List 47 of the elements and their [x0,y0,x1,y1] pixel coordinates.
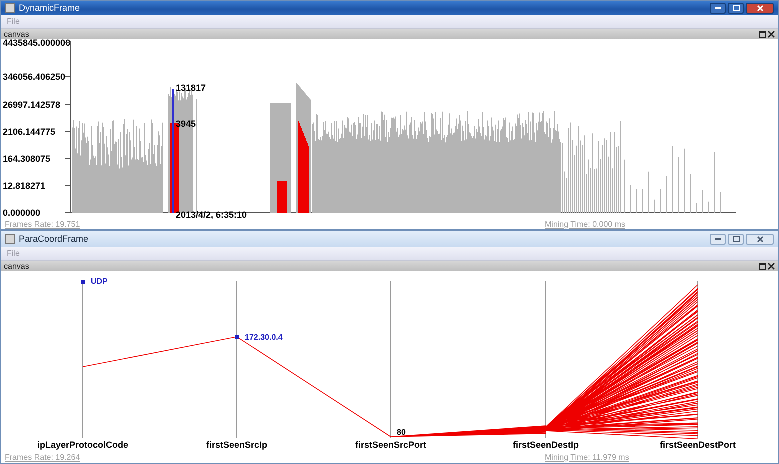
minimize-icon [715,7,721,9]
axis-label: firstSeenDestIp [512,440,580,450]
axis-label: firstSeenDestPort [660,440,736,450]
maximize-icon [732,5,740,11]
point-marker [81,280,85,284]
close-icon [756,4,764,12]
minimize-button[interactable] [710,234,726,244]
annotation-label: 3945 [176,119,196,129]
close-button[interactable] [746,2,774,14]
frame-rate-text: Frames Rate: 19.751 [5,220,82,228]
window-title: DynamicFrame [19,3,82,13]
value-label: 172.30.0.4 [245,333,283,342]
close-icon [756,236,764,242]
maximize-button[interactable] [728,2,744,14]
maximize-icon [732,236,740,242]
value-label: UDP [91,277,108,286]
mining-time-text: Mining Time: 0.000 ms [545,220,626,228]
axis-tick-label: 346056.406250 [3,72,66,82]
restore-icon[interactable] [759,262,766,270]
mining-time-text: Mining Time: 11.979 ms [545,452,630,462]
maximize-button[interactable] [728,234,744,244]
close-icon[interactable] [768,262,775,270]
restore-icon[interactable] [759,30,766,38]
axis-label: ipLayerProtocolCode [38,440,128,450]
axis-tick-label: 164.308075 [3,154,51,164]
menu-item[interactable]: File [7,249,20,258]
close-button[interactable] [746,234,774,244]
axis-tick-label: 12.818271 [3,181,46,191]
minimize-button[interactable] [710,2,726,14]
axis-label: firstSeenSrcPort [355,440,427,450]
panel-title: canvas [4,30,30,38]
app-icon [5,234,15,244]
minimize-icon [715,238,721,240]
axis-tick-label: 26997.142578 [3,100,61,110]
window-title: ParaCoordFrame [19,234,90,244]
axis-tick-label: 0.000000 [3,208,41,218]
point-marker [235,335,239,339]
value-label: 80 [397,428,406,437]
panel-title: canvas [4,262,30,270]
frame-rate-text: Frames Rate: 19.264 [5,452,82,462]
menu-item[interactable]: File [7,17,20,26]
close-icon[interactable] [768,30,775,38]
app-icon [5,3,15,13]
axis-tick-label: 2106.144775 [3,127,56,137]
annotation-label: 131817 [176,83,206,93]
axis-tick-label: 4435845.000000 [3,39,71,48]
axis-label: firstSeenSrcIp [206,440,268,450]
